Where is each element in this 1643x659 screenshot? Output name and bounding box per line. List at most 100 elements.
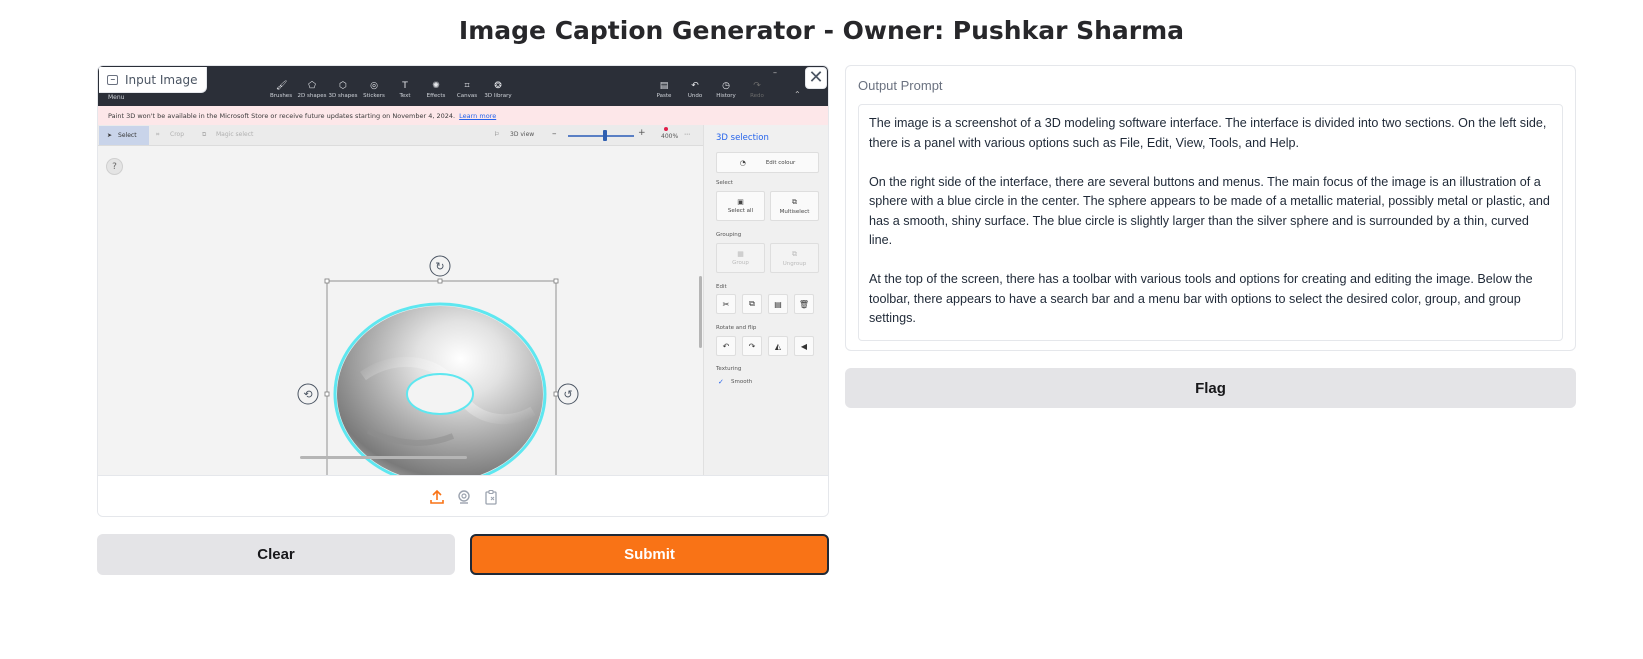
checkmark-icon: ✓ (718, 378, 724, 386)
flip-vertical-icon: ◭ (768, 336, 788, 356)
record-dot-icon (664, 127, 668, 131)
clipboard-icon[interactable] (482, 488, 500, 506)
cut-icon: ✂ (716, 294, 736, 314)
chevron-up-icon: ⌃ (794, 90, 801, 99)
paint3d-deprecation-banner: Paint 3D won't be available in the Micro… (98, 106, 828, 125)
paint3d-3d-view: 3D view (510, 131, 535, 138)
rotate-y-icon: ⟲ (303, 388, 312, 401)
group-icon: ▦ (737, 250, 744, 258)
submit-button[interactable]: Submit (470, 534, 829, 575)
effects-icon: ✺ (432, 81, 440, 91)
zoom-slider-track (568, 135, 634, 137)
select-section-label: Select (716, 180, 733, 186)
3d-shapes-icon: ⬡ (339, 81, 347, 91)
zoom-in-icon: + (638, 128, 646, 138)
palette-icon: ◔ (739, 158, 746, 167)
brush-icon: 🖌 (276, 81, 288, 91)
select-all-icon: ▣ (737, 198, 744, 206)
rotate-z-icon: ↻ (435, 260, 444, 273)
paint3d-canvas: ? ↻ ⟲ ↺ (98, 146, 703, 475)
upload-icon[interactable] (428, 488, 446, 506)
paint3d-tool-text: T Text (399, 81, 411, 100)
paint3d-tool-3d-library: ❂ 3D library (484, 81, 512, 100)
torus-model (333, 302, 547, 475)
canvas-horizontal-scrollbar (300, 456, 467, 459)
minimize-icon: – (773, 68, 777, 77)
rotate-flip-section-label: Rotate and flip (716, 325, 757, 331)
ungroup-icon: ⧉ (792, 249, 797, 258)
banner-learn-more-link: Learn more (459, 111, 497, 120)
output-paragraph-2: On the right side of the interface, ther… (869, 174, 1550, 248)
paint3d-select-tool: ➤ Select (99, 126, 149, 145)
paint3d-zoom-level: 400% (661, 133, 679, 140)
redo-icon: ↷ (753, 81, 761, 91)
texturing-section-label: Texturing (716, 366, 742, 372)
history-icon: ◷ (722, 81, 730, 91)
sticker-icon: ◎ (370, 81, 378, 91)
rotate-left-icon: ↶ (716, 336, 736, 356)
close-icon[interactable]: ✕ (805, 67, 827, 89)
select-all-button: ▣ Select all (716, 191, 765, 221)
paint3d-tool-2d-shapes: ⬠ 2D shapes (297, 81, 327, 100)
side-panel-title: 3D selection (716, 133, 769, 143)
output-prompt-label: Output Prompt (858, 78, 943, 93)
flag-button[interactable]: Flag (845, 368, 1576, 408)
clear-button[interactable]: Clear (97, 534, 455, 575)
paint3d-paste: ▤ Paste (656, 81, 672, 100)
paint3d-undo: ↶ Undo (687, 81, 703, 100)
edit-section-label: Edit (716, 284, 727, 290)
group-button: ▦ Group (716, 243, 765, 273)
paste-icon: ▤ (659, 81, 669, 91)
canvas-icon: ⌗ (464, 81, 470, 91)
rotate-x-icon: ↺ (563, 388, 572, 401)
input-image-label-text: Input Image (125, 72, 198, 87)
multiselect-icon: ⧉ (792, 197, 797, 206)
paste-icon: ▤ (768, 294, 788, 314)
output-paragraph-3: At the top of the screen, there has a to… (869, 272, 1533, 325)
edit-colour-button: ◔ Edit colour (716, 152, 819, 173)
banner-text: Paint 3D won't be available in the Micro… (108, 111, 456, 120)
smooth-option-label: Smooth (731, 379, 753, 385)
output-prompt-textbox[interactable]: The image is a screenshot of a 3D modeli… (858, 104, 1563, 341)
paint3d-crop-tool: Crop (170, 131, 185, 138)
input-image-panel[interactable]: Menu 🖌 Brushes ⬠ 2D shapes ⬡ 3D shapes ◎ Sti… (97, 65, 829, 517)
canvas-vertical-scrollbar (699, 276, 702, 348)
paint3d-redo: ↷ Redo (750, 81, 764, 100)
cursor-icon: ➤ (107, 132, 113, 139)
2d-shapes-icon: ⬠ (308, 81, 316, 91)
uploaded-screenshot: Menu 🖌 Brushes ⬠ 2D shapes ⬡ 3D shapes ◎ Sti… (98, 66, 828, 475)
webcam-icon[interactable] (455, 488, 473, 506)
page-title: Image Caption Generator - Owner: Pushkar… (458, 16, 1185, 45)
paint3d-tool-canvas: ⌗ Canvas (456, 81, 478, 100)
paint3d-tool-effects: ✺ Effects (426, 81, 446, 100)
crop-icon: ⌗ (156, 131, 160, 138)
paint3d-side-panel: 3D selection ◔ Edit colour Select ▣ Select… (703, 125, 828, 475)
paint3d-select-toolbar: ➤ Select ⌗ Crop ⧉ Magic select ⚐ 3D view … (98, 125, 703, 146)
zoom-out-icon: – (552, 129, 557, 139)
input-image-label: Input Image (99, 67, 208, 93)
multiselect-button: ⧉ Multiselect (770, 191, 819, 221)
image-source-bar (98, 475, 828, 516)
more-options-icon: ⋯ (684, 131, 690, 138)
flag-view-icon: ⚐ (494, 131, 500, 138)
ungroup-button: ⧉ Ungroup (770, 243, 819, 273)
paint3d-topbar: Menu 🖌 Brushes ⬠ 2D shapes ⬡ 3D shapes ◎ Sti… (98, 66, 828, 106)
magic-select-icon: ⧉ (202, 131, 207, 138)
zoom-slider-knob (603, 130, 607, 141)
image-icon (107, 74, 118, 85)
paint3d-menu-label: Menu (108, 94, 125, 101)
3d-library-icon: ❂ (494, 81, 502, 91)
grouping-section-label: Grouping (716, 232, 742, 238)
paint3d-history: ◷ History (716, 81, 736, 100)
output-prompt-panel: Output Prompt The image is a screenshot … (845, 65, 1576, 351)
copy-icon: ⧉ (742, 294, 762, 314)
paint3d-tool-stickers: ◎ Stickers (363, 81, 385, 100)
paint3d-magic-select-tool: Magic select (216, 131, 254, 138)
output-paragraph-1: The image is a screenshot of a 3D modeli… (869, 116, 1547, 150)
paint3d-tool-brushes: 🖌 Brushes (269, 81, 293, 100)
text-icon: T (402, 81, 408, 91)
delete-icon: 🗑 (794, 294, 814, 314)
paint3d-tool-3d-shapes: ⬡ 3D shapes (328, 81, 358, 100)
rotate-right-icon: ↷ (742, 336, 762, 356)
torus-scene: ↻ ⟲ ↺ ⇆ (297, 255, 579, 475)
